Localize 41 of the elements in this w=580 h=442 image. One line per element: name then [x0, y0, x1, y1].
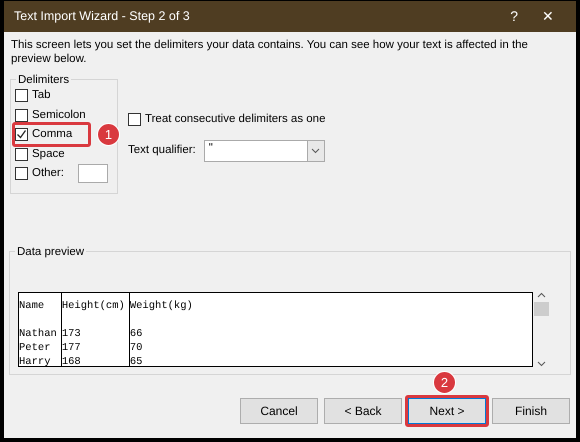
preview-cell-text: 66	[130, 327, 144, 341]
window-title: Text Import Wizard - Step 2 of 3	[14, 8, 191, 26]
scroll-thumb[interactable]	[534, 302, 549, 316]
preview-cell-text: 173	[62, 327, 82, 341]
preview-cell-text: Name	[19, 299, 46, 313]
wizard-button[interactable]: Finish	[492, 398, 570, 424]
checkbox[interactable]	[15, 148, 28, 161]
help-button[interactable]: ?	[498, 6, 530, 27]
checkbox[interactable]	[15, 89, 28, 102]
checkbox[interactable]	[15, 167, 28, 180]
wizard-button[interactable]: Next >	[408, 398, 486, 424]
checkbox[interactable]	[15, 128, 28, 142]
preview-cell-text: Weight(kg)	[130, 299, 194, 313]
checkbox-label: Other:	[32, 166, 64, 182]
checkbox-label: Space	[32, 146, 65, 162]
checkbox-label: Tab	[32, 88, 51, 104]
checkbox[interactable]	[128, 113, 141, 126]
checkbox-label: Comma	[32, 127, 72, 142]
checkbox-label: Semicolon	[32, 108, 86, 123]
step-badge: 2	[433, 371, 456, 394]
wizard-button[interactable]: Cancel	[240, 398, 318, 424]
preview-cell-text: 168	[62, 355, 82, 366]
qualifier-label: Text qualifier:	[128, 142, 196, 158]
preview-cell-text: Nathan	[19, 327, 58, 341]
checkbox-label: Treat consecutive delimiters as one	[145, 112, 326, 128]
scroll-down-icon[interactable]	[537, 361, 546, 367]
group-title: Delimiters	[16, 72, 72, 90]
preview-cell-text: Harry	[19, 355, 52, 366]
checkbox[interactable]	[15, 108, 28, 122]
preview-cell-text: Peter	[19, 341, 52, 355]
wizard-button[interactable]: < Back	[324, 398, 402, 424]
step-badge: 1	[97, 123, 120, 146]
preview-cell-text: 177	[62, 341, 82, 355]
preview-cell-text: Height(cm)	[62, 299, 126, 313]
other-field[interactable]	[78, 164, 108, 184]
qualifier-dropdown[interactable]: "	[204, 140, 325, 162]
preview-cell-text: 70	[130, 341, 144, 355]
instruction-text: This screen lets you set the delimiters your data contains. You can see how your text is affected in the preview below.	[10, 38, 529, 66]
scroll-up-icon[interactable]	[537, 292, 546, 298]
close-button[interactable]: ✕	[530, 6, 566, 27]
preview-cell-text: 65	[130, 355, 144, 366]
